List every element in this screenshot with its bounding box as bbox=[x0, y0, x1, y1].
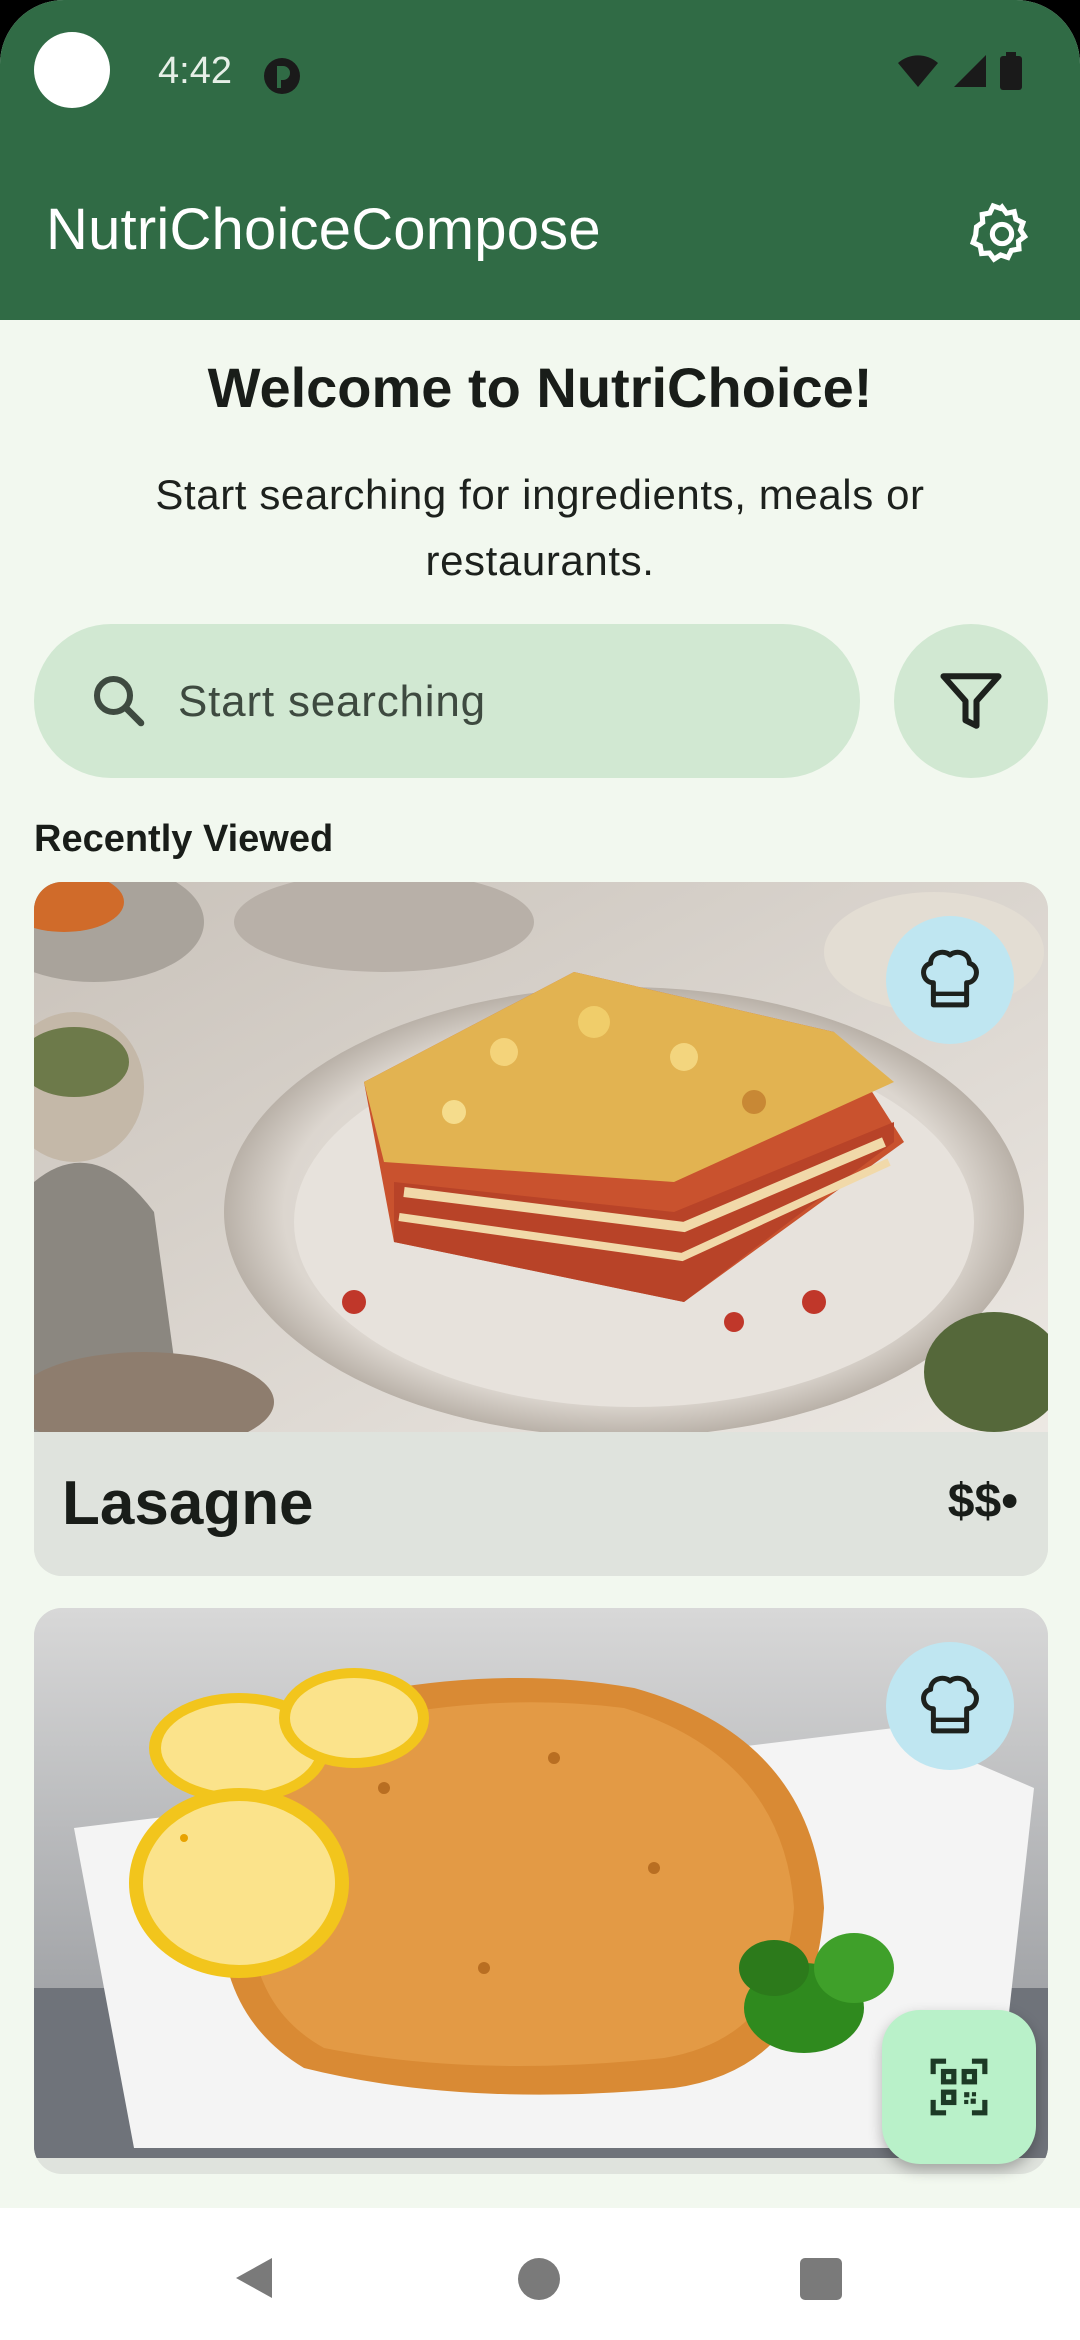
signal-icon bbox=[952, 53, 988, 94]
search-bar[interactable] bbox=[34, 624, 860, 778]
status-time: 4:42 bbox=[158, 50, 232, 92]
recents-nav-icon[interactable] bbox=[800, 2258, 842, 2300]
app-title: NutriChoiceCompose bbox=[46, 197, 601, 262]
battery-icon bbox=[1000, 52, 1022, 95]
home-nav-icon[interactable] bbox=[518, 2258, 560, 2300]
settings-button[interactable] bbox=[968, 200, 1036, 268]
search-input[interactable] bbox=[178, 670, 818, 734]
app-screen: 4:42 NutriChoiceCompose Welcome to Nutri… bbox=[0, 0, 1080, 2340]
chef-badge bbox=[886, 1642, 1014, 1770]
notification-app-icon bbox=[262, 56, 302, 101]
recent-item-card[interactable]: Lasagne $$• bbox=[34, 882, 1048, 1576]
status-icons bbox=[896, 52, 1022, 95]
recently-viewed-label: Recently Viewed bbox=[34, 818, 334, 860]
welcome-subtitle: Start searching for ingredients, meals o… bbox=[155, 471, 925, 584]
system-navigation-bar bbox=[0, 2208, 1080, 2340]
filter-button[interactable] bbox=[894, 624, 1048, 778]
welcome-title: Welcome to NutriChoice! bbox=[207, 356, 873, 419]
search-icon bbox=[86, 668, 152, 734]
card-footer: Lasagne $$• bbox=[34, 1432, 1048, 1576]
scan-qr-button[interactable] bbox=[882, 2010, 1036, 2164]
chef-badge bbox=[886, 916, 1014, 1044]
back-nav-icon[interactable] bbox=[234, 2256, 274, 2305]
top-app-bar: 4:42 NutriChoiceCompose bbox=[0, 0, 1080, 320]
gear-icon bbox=[968, 202, 1036, 272]
item-price: $$• bbox=[947, 1475, 1018, 1528]
camera-cutout bbox=[34, 32, 110, 108]
wifi-icon bbox=[896, 53, 940, 94]
item-name: Lasagne bbox=[62, 1469, 314, 1538]
